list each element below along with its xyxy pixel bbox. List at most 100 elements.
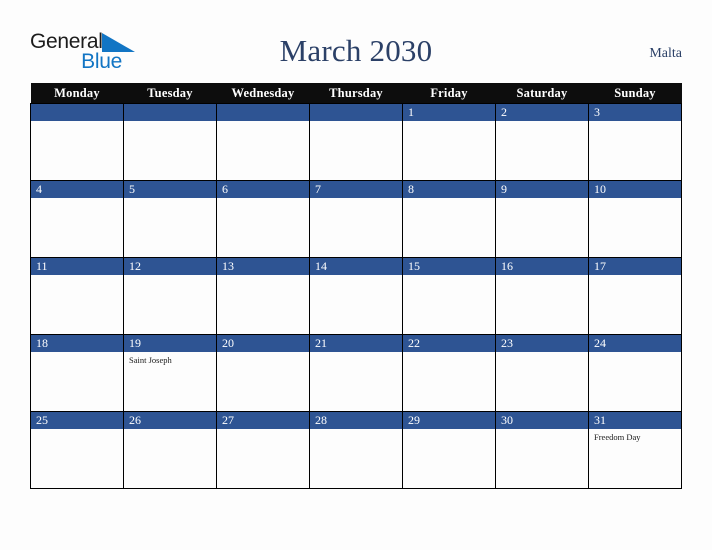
calendar-day-cell-27[interactable]: 27 (216, 411, 310, 489)
calendar-day-cell-31[interactable]: 31 Freedom Day (588, 411, 682, 489)
day-events-list (310, 352, 402, 355)
day-events-list: Saint Joseph (124, 352, 216, 366)
day-number-banner: 31 (589, 412, 681, 429)
day-events-list (124, 121, 216, 124)
day-number-banner: 17 (589, 258, 681, 275)
calendar-day-cell-14[interactable]: 14 (309, 257, 403, 335)
day-number-banner: 4 (31, 181, 123, 198)
month-calendar-grid: Monday Tuesday Wednesday Thursday Friday Satu… (30, 83, 682, 489)
page-header: General Blue March 2030 Malta (30, 26, 682, 78)
weekday-header-thursday: Thursday (309, 83, 403, 104)
calendar-day-cell-17[interactable]: 17 (588, 257, 682, 335)
calendar-day-cell-29[interactable]: 29 (402, 411, 496, 489)
calendar-day-cell-5[interactable]: 5 (123, 180, 217, 258)
day-events-list (403, 121, 495, 124)
page-title: March 2030 (279, 33, 433, 68)
calendar-day-cell-22[interactable]: 22 (402, 334, 496, 412)
day-number-banner: 30 (496, 412, 588, 429)
day-number-banner: 25 (31, 412, 123, 429)
day-number-banner: 29 (403, 412, 495, 429)
day-events-list (217, 429, 309, 432)
day-number-banner: 6 (217, 181, 309, 198)
calendar-body: 1 2 3 4 5 6 7 8 9 10 11 12 13 14 15 16 17 18 19 Saint Josep… (30, 103, 682, 489)
day-number-banner: 20 (217, 335, 309, 352)
calendar-day-cell-1[interactable]: 1 (402, 103, 496, 181)
calendar-day-cell-2[interactable]: 2 (495, 103, 589, 181)
calendar-day-cell-empty[interactable] (123, 103, 217, 181)
calendar-day-cell-6[interactable]: 6 (216, 180, 310, 258)
day-number-banner: 23 (496, 335, 588, 352)
day-events-list (31, 198, 123, 201)
calendar-day-cell-30[interactable]: 30 (495, 411, 589, 489)
day-events-list (124, 429, 216, 432)
day-events-list (31, 429, 123, 432)
weekday-header-friday: Friday (402, 83, 496, 104)
day-events-list (403, 429, 495, 432)
calendar-day-cell-empty[interactable] (216, 103, 310, 181)
country-label: Malta (649, 46, 682, 61)
day-events-list: Freedom Day (589, 429, 681, 443)
day-number-banner (124, 104, 216, 121)
day-number-banner: 22 (403, 335, 495, 352)
calendar-day-cell-10[interactable]: 10 (588, 180, 682, 258)
calendar-day-cell-empty[interactable] (309, 103, 403, 181)
calendar-page: General Blue March 2030 Malta Monday Tues… (0, 0, 712, 550)
calendar-day-cell-3[interactable]: 3 (588, 103, 682, 181)
day-events-list (496, 275, 588, 278)
day-events-list (496, 352, 588, 355)
calendar-day-cell-11[interactable]: 11 (30, 257, 124, 335)
weekday-header-sunday: Sunday (588, 83, 682, 104)
day-events-list (403, 275, 495, 278)
calendar-day-cell-18[interactable]: 18 (30, 334, 124, 412)
day-number-banner: 10 (589, 181, 681, 198)
weekday-header-row-group: Monday Tuesday Wednesday Thursday Friday Satu… (30, 83, 682, 104)
calendar-day-cell-7[interactable]: 7 (309, 180, 403, 258)
day-events-list (31, 352, 123, 355)
day-number-banner: 28 (310, 412, 402, 429)
day-events-list (496, 198, 588, 201)
calendar-day-cell-15[interactable]: 15 (402, 257, 496, 335)
calendar-day-cell-9[interactable]: 9 (495, 180, 589, 258)
calendar-week-row: 18 19 Saint Joseph 20 21 22 23 24 (30, 334, 682, 412)
day-number-banner: 11 (31, 258, 123, 275)
day-number-banner: 18 (31, 335, 123, 352)
calendar-day-cell-23[interactable]: 23 (495, 334, 589, 412)
day-events-list (217, 198, 309, 201)
calendar-day-cell-16[interactable]: 16 (495, 257, 589, 335)
day-events-list (217, 275, 309, 278)
day-events-list (31, 275, 123, 278)
calendar-day-cell-4[interactable]: 4 (30, 180, 124, 258)
day-events-list (31, 121, 123, 124)
day-events-list (310, 121, 402, 124)
day-number-banner (310, 104, 402, 121)
calendar-day-cell-19[interactable]: 19 Saint Joseph (123, 334, 217, 412)
calendar-day-cell-empty[interactable] (30, 103, 124, 181)
calendar-day-cell-24[interactable]: 24 (588, 334, 682, 412)
day-events-list (403, 198, 495, 201)
calendar-day-cell-26[interactable]: 26 (123, 411, 217, 489)
calendar-day-cell-8[interactable]: 8 (402, 180, 496, 258)
day-number-banner: 15 (403, 258, 495, 275)
calendar-day-cell-28[interactable]: 28 (309, 411, 403, 489)
calendar-day-cell-21[interactable]: 21 (309, 334, 403, 412)
day-number-banner (31, 104, 123, 121)
calendar-week-row: 123 (30, 103, 682, 181)
calendar-day-cell-25[interactable]: 25 (30, 411, 124, 489)
day-events-list (589, 121, 681, 124)
calendar-day-cell-13[interactable]: 13 (216, 257, 310, 335)
calendar-day-cell-20[interactable]: 20 (216, 334, 310, 412)
day-events-list (589, 352, 681, 355)
day-events-list (124, 198, 216, 201)
day-number-banner: 14 (310, 258, 402, 275)
calendar-day-cell-12[interactable]: 12 (123, 257, 217, 335)
day-number-banner: 27 (217, 412, 309, 429)
day-events-list (124, 275, 216, 278)
day-number-banner: 7 (310, 181, 402, 198)
weekday-header-wednesday: Wednesday (216, 83, 310, 104)
day-number-banner: 9 (496, 181, 588, 198)
holiday-label: Saint Joseph (129, 355, 172, 365)
day-number-banner: 21 (310, 335, 402, 352)
day-number-banner: 2 (496, 104, 588, 121)
day-events-list (496, 429, 588, 432)
day-number-banner: 24 (589, 335, 681, 352)
